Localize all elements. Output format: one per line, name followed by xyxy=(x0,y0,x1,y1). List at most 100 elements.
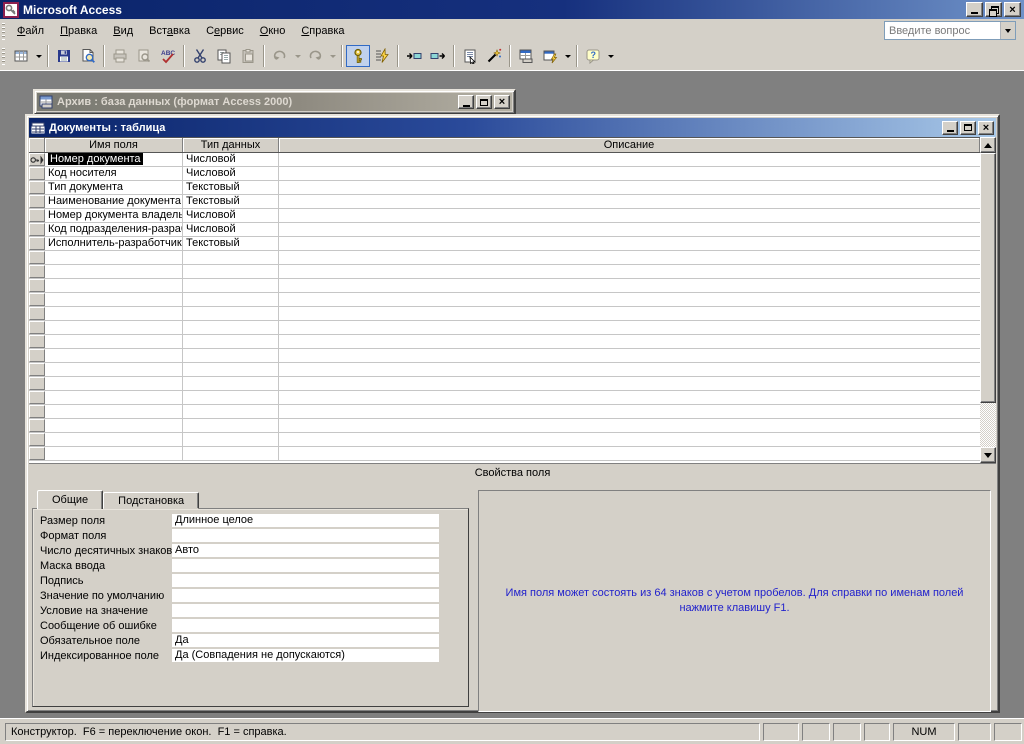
row-selector[interactable] xyxy=(29,405,45,418)
menu-tools[interactable]: Сервис xyxy=(198,22,252,40)
field-description[interactable] xyxy=(279,237,980,250)
new-object-button[interactable] xyxy=(538,45,562,67)
app-minimize-button[interactable] xyxy=(966,2,983,17)
field-row[interactable]: Код подразделения-разраб Числовой xyxy=(29,223,980,237)
row-selector[interactable] xyxy=(29,167,45,180)
tab-general[interactable]: Общие xyxy=(37,490,104,509)
field-row[interactable]: Наименование документа Текстовый xyxy=(29,195,980,209)
field-description[interactable] xyxy=(279,167,980,180)
property-validation-rule[interactable] xyxy=(172,604,439,617)
column-header-field-name[interactable]: Имя поля xyxy=(45,138,183,152)
field-grid-empty-row[interactable] xyxy=(29,265,980,279)
row-selector[interactable] xyxy=(29,293,45,306)
field-description[interactable] xyxy=(279,209,980,222)
property-format[interactable] xyxy=(172,529,439,542)
row-selector-current-primary-key[interactable] xyxy=(29,153,45,166)
row-selector[interactable] xyxy=(29,251,45,264)
table-window-titlebar[interactable]: Документы : таблица × xyxy=(29,118,996,137)
field-name[interactable]: Исполнитель-разработчик xyxy=(45,237,183,250)
menu-view[interactable]: Вид xyxy=(105,22,141,40)
field-type[interactable]: Текстовый xyxy=(183,237,279,250)
spelling-button[interactable]: ABC xyxy=(156,45,180,67)
redo-dropdown[interactable] xyxy=(327,45,338,67)
field-grid-empty-row[interactable] xyxy=(29,307,980,321)
field-type[interactable]: Числовой xyxy=(183,153,279,166)
property-default-value[interactable] xyxy=(172,589,439,602)
field-grid-empty-row[interactable] xyxy=(29,433,980,447)
field-grid-empty-row[interactable] xyxy=(29,279,980,293)
database-window[interactable]: Архив : база данных (формат Access 2000)… xyxy=(33,89,516,115)
row-selector[interactable] xyxy=(29,209,45,222)
field-type[interactable]: Числовой xyxy=(183,223,279,236)
file-search-button[interactable] xyxy=(76,45,100,67)
field-grid-empty-row[interactable] xyxy=(29,349,980,363)
menu-help[interactable]: Справка xyxy=(293,22,352,40)
delete-rows-button[interactable] xyxy=(426,45,450,67)
field-name-selected[interactable]: Номер документа xyxy=(48,153,143,165)
help-button[interactable]: ? xyxy=(581,45,605,67)
access-app-icon[interactable] xyxy=(3,1,19,18)
menu-window[interactable]: Окно xyxy=(252,22,294,40)
field-name[interactable]: Код носителя xyxy=(45,167,183,180)
db-close-button[interactable]: × xyxy=(494,95,510,109)
primary-key-button[interactable] xyxy=(346,45,370,67)
field-grid-empty-row[interactable] xyxy=(29,405,980,419)
tab-lookup[interactable]: Подстановка xyxy=(103,492,200,509)
row-selector[interactable] xyxy=(29,195,45,208)
help-dropdown[interactable] xyxy=(605,45,616,67)
row-selector[interactable] xyxy=(29,391,45,404)
properties-button[interactable] xyxy=(458,45,482,67)
row-selector[interactable] xyxy=(29,419,45,432)
view-button[interactable] xyxy=(9,45,33,67)
insert-rows-button[interactable] xyxy=(402,45,426,67)
menubar-grip-handle[interactable] xyxy=(2,22,5,40)
field-name[interactable]: Наименование документа xyxy=(45,195,183,208)
property-validation-text[interactable] xyxy=(172,619,439,632)
print-preview-button[interactable] xyxy=(132,45,156,67)
scroll-down-button[interactable] xyxy=(980,447,996,463)
row-selector[interactable] xyxy=(29,433,45,446)
field-row[interactable]: Номер документа владельц Числовой xyxy=(29,209,980,223)
build-button[interactable] xyxy=(482,45,506,67)
property-decimal-places[interactable]: Авто xyxy=(172,544,439,557)
property-indexed[interactable]: Да (Совпадения не допускаются) xyxy=(172,649,439,662)
view-dropdown[interactable] xyxy=(33,45,44,67)
field-type[interactable]: Текстовый xyxy=(183,181,279,194)
row-selector[interactable] xyxy=(29,447,45,460)
field-grid-empty-row[interactable] xyxy=(29,391,980,405)
field-grid-empty-row[interactable] xyxy=(29,335,980,349)
field-grid-empty-row[interactable] xyxy=(29,377,980,391)
scroll-up-button[interactable] xyxy=(980,137,996,153)
field-type[interactable]: Текстовый xyxy=(183,195,279,208)
table-maximize-button[interactable] xyxy=(960,120,976,135)
field-description[interactable] xyxy=(279,195,980,208)
database-window-titlebar[interactable]: Архив : база данных (формат Access 2000)… xyxy=(37,93,512,111)
row-selector[interactable] xyxy=(29,223,45,236)
field-grid-empty-row[interactable] xyxy=(29,363,980,377)
column-header-data-type[interactable]: Тип данных xyxy=(183,138,279,152)
menu-file[interactable]: Файл xyxy=(9,22,52,40)
row-selector[interactable] xyxy=(29,265,45,278)
save-button[interactable] xyxy=(52,45,76,67)
field-grid-empty-row[interactable] xyxy=(29,293,980,307)
field-grid-empty-row[interactable] xyxy=(29,321,980,335)
field-type[interactable]: Числовой xyxy=(183,167,279,180)
new-object-dropdown[interactable] xyxy=(562,45,573,67)
field-row[interactable]: Тип документа Текстовый xyxy=(29,181,980,195)
redo-button[interactable] xyxy=(303,45,327,67)
field-row[interactable]: Исполнитель-разработчик Текстовый xyxy=(29,237,980,251)
row-selector[interactable] xyxy=(29,335,45,348)
database-window-button[interactable] xyxy=(514,45,538,67)
field-description[interactable] xyxy=(279,181,980,194)
paste-button[interactable] xyxy=(236,45,260,67)
field-name[interactable]: Код подразделения-разраб xyxy=(45,223,183,236)
grid-vertical-scrollbar[interactable] xyxy=(980,137,996,463)
row-selector[interactable] xyxy=(29,377,45,390)
db-minimize-button[interactable] xyxy=(458,95,474,109)
row-selector[interactable] xyxy=(29,321,45,334)
undo-button[interactable] xyxy=(268,45,292,67)
property-required[interactable]: Да xyxy=(172,634,439,647)
row-selector[interactable] xyxy=(29,307,45,320)
ask-question-input[interactable]: Введите вопрос xyxy=(884,21,1016,40)
row-selector[interactable] xyxy=(29,237,45,250)
